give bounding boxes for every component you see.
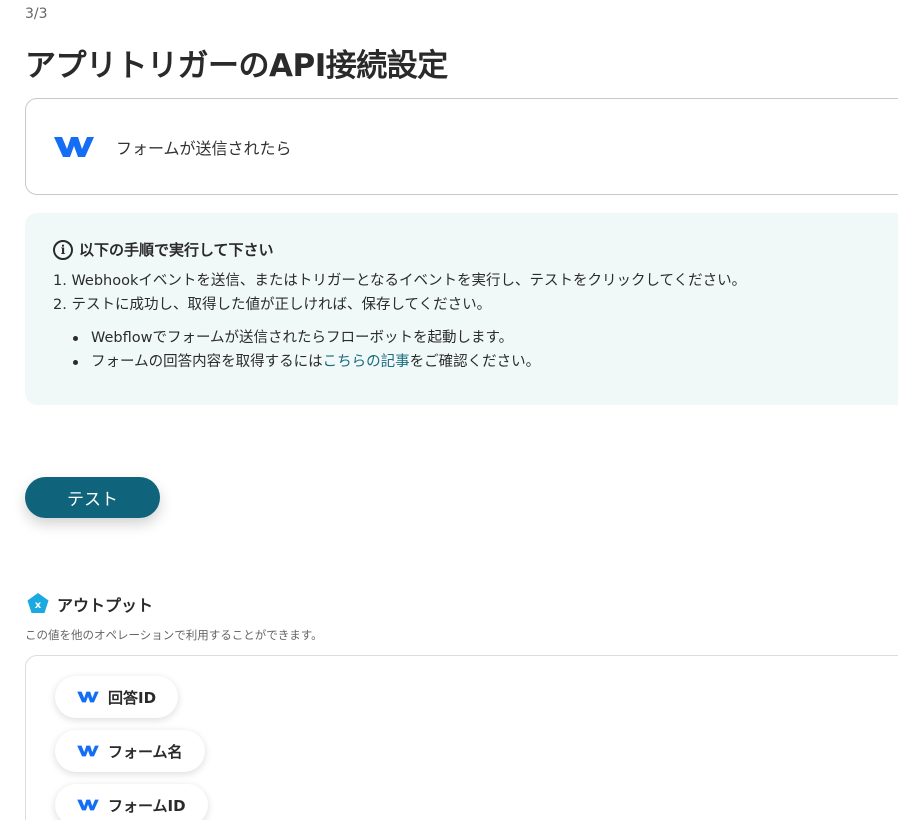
- bullet-text: をご確認ください。: [409, 354, 541, 370]
- output-chip-label: フォーム名: [108, 742, 183, 761]
- output-chip-form-id[interactable]: フォームID: [55, 784, 208, 820]
- webflow-logo-icon: [77, 745, 99, 757]
- instruction-box: i 以下の手順で実行して下さい 1. Webhookイベントを送信、またはトリガ…: [25, 213, 898, 405]
- output-chip-form-name[interactable]: フォーム名: [55, 730, 205, 772]
- info-icon: i: [53, 239, 73, 260]
- instruction-step-2: 2. テストに成功し、取得した値が正しければ、保存してください。: [53, 297, 492, 313]
- bullet-item: Webflowでフォームが送信されたらフローボットを起動します。: [71, 326, 898, 350]
- article-link[interactable]: こちらの記事: [323, 354, 410, 370]
- instruction-step-1: 1. Webhookイベントを送信、またはトリガーとなるイベントを実行し、テスト…: [53, 273, 747, 289]
- output-chip-answer-id[interactable]: 回答ID: [55, 676, 179, 718]
- trigger-label: フォームが送信されたら: [116, 138, 292, 158]
- page-title: アプリトリガーのAPI接続設定: [25, 48, 448, 84]
- trigger-card: フォームが送信されたら: [25, 98, 898, 195]
- output-description: この値を他のオペレーションで利用することができます。: [25, 628, 323, 642]
- output-panel: 回答ID フォーム名 フォームID: [25, 655, 898, 820]
- webflow-logo-icon: [54, 136, 94, 157]
- svg-text:x: x: [35, 600, 42, 611]
- step-indicator: 3/3: [25, 6, 48, 22]
- instruction-heading: i 以下の手順で実行して下さい: [53, 239, 898, 260]
- webflow-logo-icon: [77, 691, 99, 703]
- output-chip-label: 回答ID: [108, 688, 157, 707]
- output-chip-label: フォームID: [108, 796, 186, 815]
- test-button[interactable]: テスト: [25, 477, 160, 518]
- output-header: x アウトプット: [26, 592, 153, 616]
- instruction-bullets: Webflowでフォームが送信されたらフローボットを起動します。 フォームの回答…: [71, 326, 898, 374]
- instruction-heading-text: 以下の手順で実行して下さい: [79, 241, 274, 259]
- webflow-logo-icon: [77, 799, 99, 811]
- output-variable-icon: x: [27, 593, 49, 613]
- output-title: アウトプット: [57, 596, 154, 615]
- bullet-text: フォームの回答内容を取得するには: [91, 354, 323, 370]
- bullet-item: フォームの回答内容を取得するにはこちらの記事をご確認ください。: [71, 350, 898, 374]
